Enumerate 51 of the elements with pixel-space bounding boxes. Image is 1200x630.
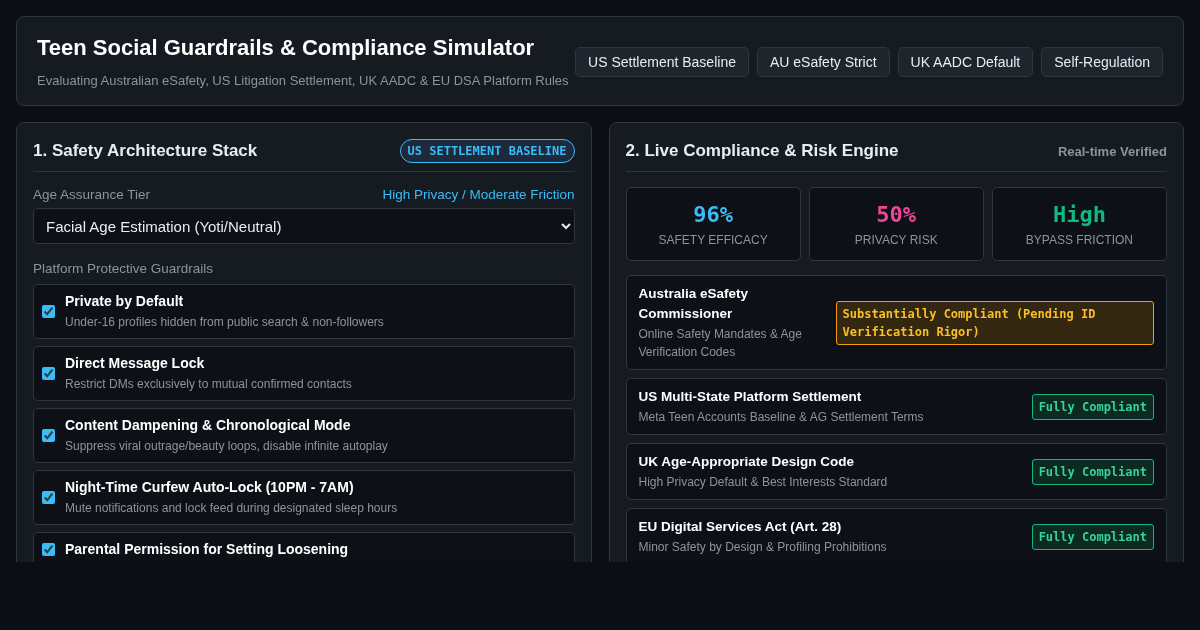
metric-value: High <box>1052 202 1106 227</box>
field-label: Age Assurance Tier <box>33 187 151 202</box>
preset-button[interactable]: AU eSafety Strict <box>756 46 890 77</box>
regulation-name: UK Age-Appropriate Design Code <box>638 453 855 471</box>
metric-value: 96% <box>693 202 733 227</box>
regulation-name: EU Digital Services Act (Art. 28) <box>638 518 843 536</box>
guardrail-option[interactable]: Content Dampening & Chronological Mode Suppress viral outrage/beauty loops, disable infinite autoplay <box>33 408 575 463</box>
guardrail-title: Parental Permission for Setting Loosening <box>65 541 349 557</box>
guardrail-title: Private by Default <box>65 293 185 309</box>
page-subtitle: Evaluating Australian eSafety, US Litigation Settlement, UK AADC & EU DSA Platform Rules <box>37 73 569 88</box>
guardrail-title: Night-Time Curfew Auto-Lock (10PM - 7AM) <box>65 479 355 495</box>
panel-title: 2. Live Compliance & Risk Engine <box>625 141 899 161</box>
page-title: Teen Social Guardrails & Compliance Simulator <box>37 35 536 61</box>
guardrail-description: Restrict DMs exclusively to mutual confirmed contacts <box>65 377 352 391</box>
panel-title: 1. Safety Architecture Stack <box>33 141 258 161</box>
guardrail-checkbox[interactable] <box>42 542 55 556</box>
guardrail-option[interactable]: Parental Permission for Setting Loosening <box>33 532 575 562</box>
guardrail-option[interactable]: Direct Message Lock Restrict DMs exclusively to mutual confirmed contacts <box>33 346 575 401</box>
compliance-status: Fully Compliant <box>1031 393 1154 420</box>
regulation-description: Minor Safety by Design & Profiling Prohibitions <box>638 539 887 556</box>
metric-value: 50% <box>876 202 917 227</box>
preset-button[interactable]: UK AADC Default <box>897 46 1034 77</box>
guardrail-description: Suppress viral outrage/beauty loops, disable infinite autoplay <box>65 439 388 453</box>
metric-label: SAFETY EFFICACY <box>658 233 768 247</box>
guardrail-description: Mute notifications and lock feed during designated sleep hours <box>65 501 398 515</box>
guardrail-option[interactable]: Night-Time Curfew Auto-Lock (10PM - 7AM) Mute notifications and lock feed during designated sleep hours <box>33 470 575 525</box>
guardrail-description: Under-16 profiles hidden from public search & non-followers <box>65 315 384 329</box>
section-label: Platform Protective Guardrails <box>33 261 215 276</box>
regulation-name: US Multi-State Platform Settlement <box>638 388 863 406</box>
preset-button[interactable]: US Settlement Baseline <box>575 46 749 77</box>
tier-rating: High Privacy / Moderate Friction <box>382 187 575 202</box>
regulation-description: Online Safety Mandates & Age Verification Codes <box>638 326 803 361</box>
guardrail-checkbox[interactable] <box>42 304 55 318</box>
compliance-status: Substantially Compliant (Pending ID Verification Rigor) <box>835 300 1154 345</box>
regulation-description: Meta Teen Accounts Baseline & AG Settlement Terms <box>638 409 924 426</box>
metric-label: PRIVACY RISK <box>854 233 938 247</box>
preset-button[interactable]: Self-Regulation <box>1041 46 1163 77</box>
regulation-description: High Privacy Default & Best Interests Standard <box>638 474 888 491</box>
preset-badge: US SETTLEMENT BASELINE <box>399 139 575 163</box>
guardrail-checkbox[interactable] <box>42 366 55 380</box>
metric-label: BYPASS FRICTION <box>1025 233 1133 247</box>
guardrail-title: Direct Message Lock <box>65 355 206 371</box>
guardrail-checkbox[interactable] <box>42 428 55 442</box>
compliance-status: Fully Compliant <box>1031 523 1154 550</box>
guardrail-option[interactable]: Private by Default Under-16 profiles hidden from public search & non-followers <box>33 284 575 339</box>
age-tier-select[interactable]: Facial Age Estimation (Yoti/Neutral) <box>33 208 575 244</box>
verification-status: Real-time Verified <box>1057 143 1167 159</box>
guardrail-checkbox[interactable] <box>42 490 55 504</box>
regulation-name: Australia eSafety Commissioner <box>638 285 750 323</box>
compliance-status: Fully Compliant <box>1031 458 1154 485</box>
guardrail-title: Content Dampening & Chronological Mode <box>65 417 352 433</box>
